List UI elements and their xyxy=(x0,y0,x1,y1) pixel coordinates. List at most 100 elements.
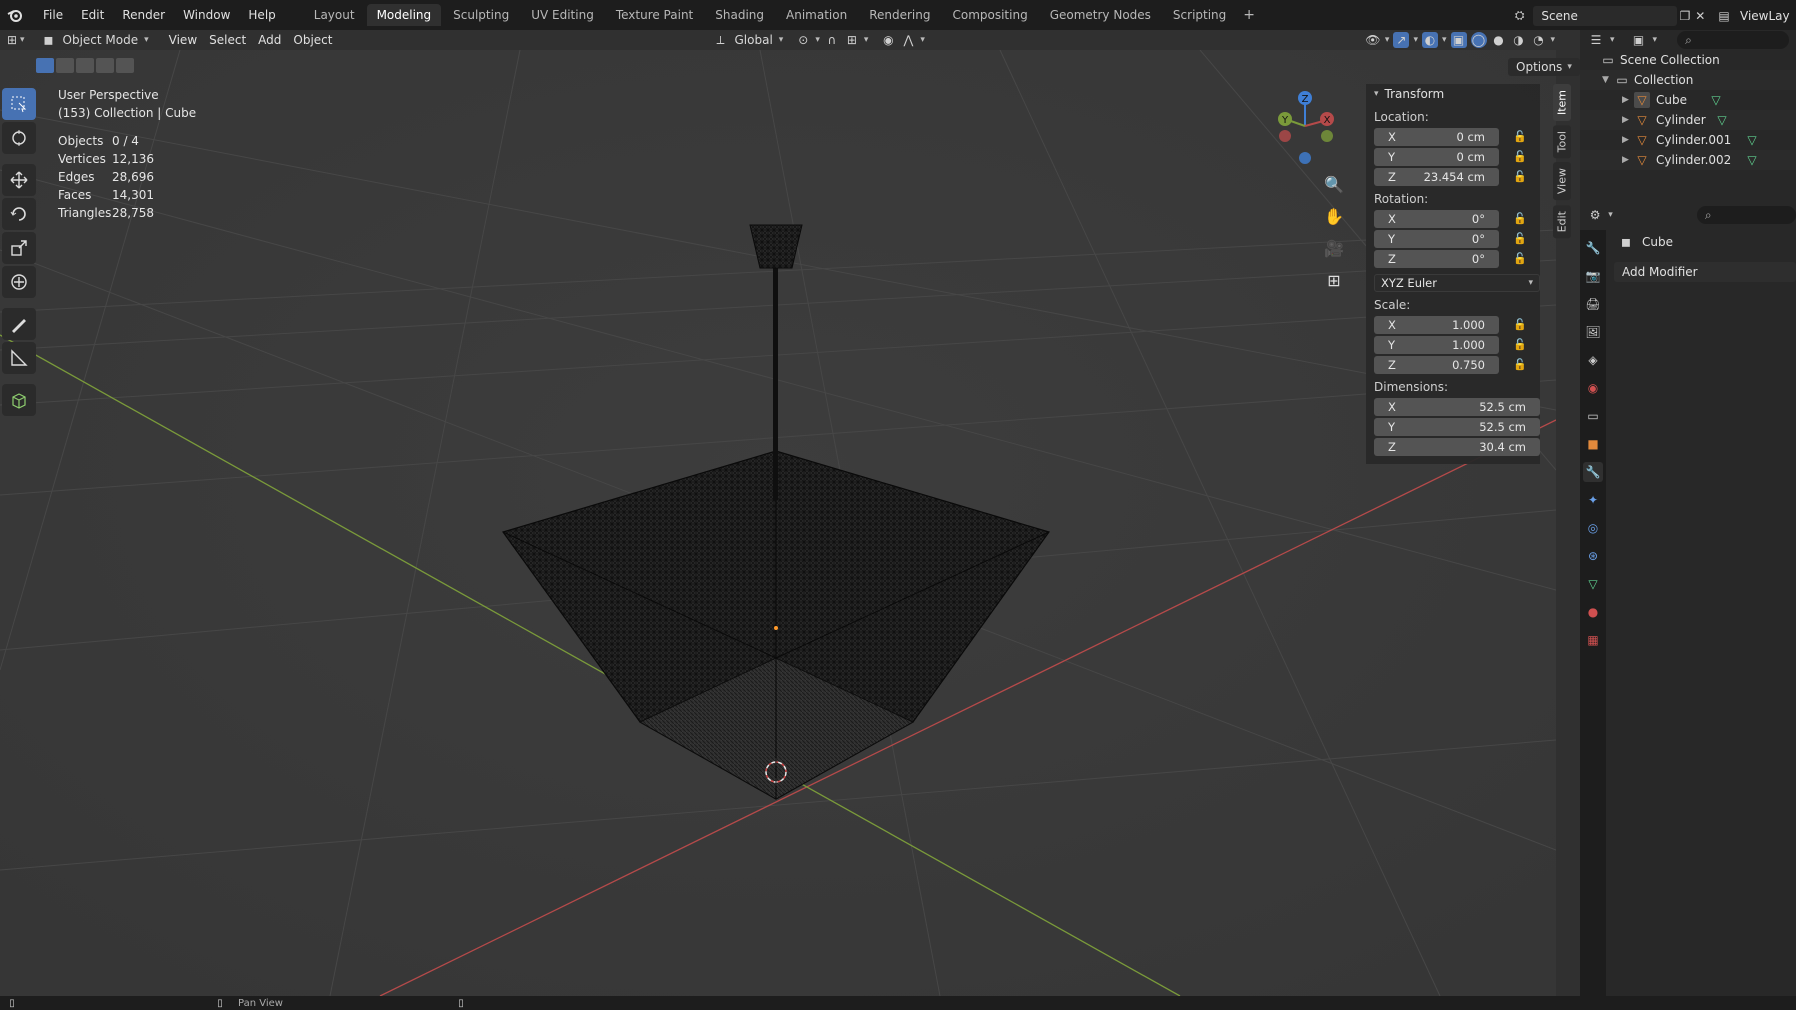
tab-geometry-nodes[interactable]: Geometry Nodes xyxy=(1040,4,1161,26)
scene-props-icon[interactable]: ◈ xyxy=(1583,350,1603,370)
data-props-icon[interactable]: ▽ xyxy=(1583,574,1603,594)
select-invert-icon[interactable] xyxy=(96,58,114,73)
mesh-data-icon[interactable]: ▽ xyxy=(1708,92,1724,108)
blender-logo-icon[interactable] xyxy=(4,4,26,26)
unlock-icon[interactable]: 🔓 xyxy=(1513,130,1529,143)
overlays-icon[interactable]: ◐ xyxy=(1421,32,1438,48)
expand-right-icon[interactable]: ▶ xyxy=(1622,95,1634,105)
transform-tool[interactable] xyxy=(2,266,36,298)
editor-type-caret[interactable]: ▾ xyxy=(20,35,25,45)
view-layer-props-icon[interactable]: 🖼 xyxy=(1583,322,1603,342)
outliner-search[interactable]: ⌕ xyxy=(1677,31,1790,49)
navigation-gizmo[interactable]: Z Y X xyxy=(1270,88,1340,168)
rotation-mode-dropdown[interactable]: XYZ Euler ▾ xyxy=(1374,274,1540,292)
annotate-tool[interactable] xyxy=(2,308,36,340)
scene-name-field[interactable]: Scene xyxy=(1533,5,1678,26)
select-subtract-icon[interactable] xyxy=(76,58,94,73)
tab-scripting[interactable]: Scripting xyxy=(1163,4,1236,26)
view-layer-selector[interactable]: ▤ ViewLay xyxy=(1716,5,1790,26)
select-new-icon[interactable] xyxy=(36,58,54,73)
tab-uv-editing[interactable]: UV Editing xyxy=(521,4,604,26)
location-z-field[interactable]: Z 23.454 cm xyxy=(1374,167,1499,186)
menu-object[interactable]: Object xyxy=(287,30,338,50)
pivot-icon[interactable]: ⊙ xyxy=(795,32,811,48)
cursor-tool[interactable] xyxy=(2,122,36,154)
chevron-down-icon[interactable]: ▾ xyxy=(1610,35,1615,45)
constraints-props-icon[interactable]: ⊛ xyxy=(1583,546,1603,566)
render-props-icon[interactable]: 📷 xyxy=(1583,266,1603,286)
transform-orientation-dropdown[interactable]: ⟂ Global ▾ xyxy=(707,30,790,50)
tab-view[interactable]: View xyxy=(1553,162,1571,201)
tab-edit[interactable]: Edit xyxy=(1553,204,1571,238)
material-shading-icon[interactable]: ◑ xyxy=(1511,32,1527,48)
xray-icon[interactable]: ▣ xyxy=(1450,32,1467,48)
zoom-icon[interactable]: 🔍 xyxy=(1322,172,1346,196)
collection-props-icon[interactable]: ▭ xyxy=(1583,406,1603,426)
scene-selector[interactable]: ⛭ Scene ❐ ✕ xyxy=(1512,5,1708,26)
menu-file[interactable]: File xyxy=(34,0,72,30)
particles-props-icon[interactable]: ✦ xyxy=(1583,490,1603,510)
mode-dropdown[interactable]: ◼ Object Mode ▾ xyxy=(35,30,155,50)
pan-hand-icon[interactable]: ✋ xyxy=(1322,204,1346,228)
outliner-editor-icon[interactable]: ☰ xyxy=(1588,32,1604,48)
modifier-props-icon[interactable]: 🔧 xyxy=(1583,462,1603,482)
tab-tool[interactable]: Tool xyxy=(1553,125,1571,159)
chevron-down-icon[interactable]: ▾ xyxy=(1653,35,1658,45)
view-layer-name[interactable]: ViewLay xyxy=(1740,9,1790,23)
expand-right-icon[interactable]: ▶ xyxy=(1622,155,1634,165)
unlock-icon[interactable]: 🔓 xyxy=(1513,318,1529,331)
tab-modeling[interactable]: Modeling xyxy=(366,4,442,26)
world-props-icon[interactable]: ◉ xyxy=(1583,378,1603,398)
menu-add[interactable]: Add xyxy=(252,30,287,50)
unlock-icon[interactable]: 🔓 xyxy=(1513,252,1529,265)
tab-item[interactable]: Item xyxy=(1553,84,1571,122)
tab-rendering[interactable]: Rendering xyxy=(859,4,940,26)
rotation-x-field[interactable]: X 0° xyxy=(1374,209,1499,228)
camera-view-icon[interactable]: 🎥 xyxy=(1322,236,1346,260)
menu-select[interactable]: Select xyxy=(203,30,252,50)
tab-sculpting[interactable]: Sculpting xyxy=(443,4,519,26)
texture-props-icon[interactable]: ▦ xyxy=(1583,630,1603,650)
menu-help[interactable]: Help xyxy=(239,0,284,30)
display-mode-icon[interactable]: ▣ xyxy=(1631,32,1647,48)
tab-animation[interactable]: Animation xyxy=(776,4,857,26)
proportional-edit-icon[interactable]: ◉ xyxy=(880,32,896,48)
location-x-field[interactable]: X 0 cm xyxy=(1374,127,1499,146)
visibility-icon[interactable]: 👁 xyxy=(1365,32,1381,48)
snap-target-icon[interactable]: ⊞ xyxy=(844,32,860,48)
tab-shading[interactable]: Shading xyxy=(705,4,774,26)
dimension-x-field[interactable]: X 52.5 cm xyxy=(1374,397,1540,416)
transform-panel-header[interactable]: ▾ Transform xyxy=(1366,84,1540,104)
scale-y-field[interactable]: Y 1.000 xyxy=(1374,335,1499,354)
rotate-tool[interactable] xyxy=(2,198,36,230)
add-cube-tool[interactable] xyxy=(2,384,36,416)
measure-tool[interactable] xyxy=(2,342,36,374)
menu-window[interactable]: Window xyxy=(174,0,239,30)
editor-type-icon[interactable]: ⊞ xyxy=(4,32,20,48)
object-props-icon[interactable]: ■ xyxy=(1583,434,1603,454)
unlock-icon[interactable]: 🔓 xyxy=(1513,212,1529,225)
expand-right-icon[interactable]: ▶ xyxy=(1622,115,1634,125)
add-modifier-button[interactable]: Add Modifier xyxy=(1614,262,1796,282)
expand-down-icon[interactable]: ▼ xyxy=(1602,75,1614,85)
unlock-icon[interactable]: 🔓 xyxy=(1513,338,1529,351)
tab-compositing[interactable]: Compositing xyxy=(942,4,1037,26)
unlock-icon[interactable]: 🔓 xyxy=(1513,358,1529,371)
snap-magnet-icon[interactable]: ∩ xyxy=(824,32,840,48)
move-tool[interactable] xyxy=(2,164,36,196)
scale-tool[interactable] xyxy=(2,232,36,264)
rotation-z-field[interactable]: Z 0° xyxy=(1374,249,1499,268)
properties-editor-icon[interactable]: ⚙ xyxy=(1588,207,1602,223)
ortho-grid-icon[interactable]: ⊞ xyxy=(1322,268,1346,292)
properties-search[interactable]: ⌕ xyxy=(1696,206,1796,224)
mesh-data-icon[interactable]: ▽ xyxy=(1714,112,1730,128)
new-scene-icon[interactable]: ❐ xyxy=(1677,8,1692,24)
rendered-shading-icon[interactable]: ◔ xyxy=(1531,32,1547,48)
gizmo-toggle-icon[interactable]: ↗ xyxy=(1393,32,1410,48)
close-scene-icon[interactable]: ✕ xyxy=(1693,8,1708,24)
mesh-data-icon[interactable]: ▽ xyxy=(1744,132,1760,148)
collection-row[interactable]: ▼ ▭ Collection xyxy=(1580,70,1796,90)
select-extend-icon[interactable] xyxy=(56,58,74,73)
mesh-data-icon[interactable]: ▽ xyxy=(1744,152,1760,168)
dimension-z-field[interactable]: Z 30.4 cm xyxy=(1374,437,1540,456)
